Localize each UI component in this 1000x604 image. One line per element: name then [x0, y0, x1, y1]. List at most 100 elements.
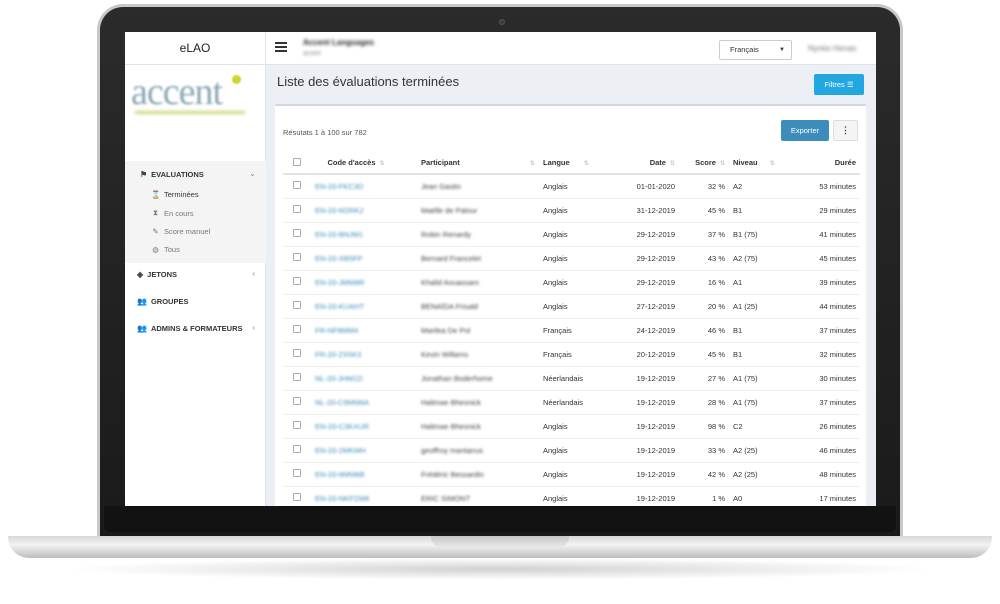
- access-code-link[interactable]: EN-20-NKPZM8: [311, 485, 401, 506]
- row-checkbox[interactable]: [283, 365, 311, 390]
- row-checkbox[interactable]: [283, 389, 311, 414]
- language-cell: Français: [539, 317, 617, 342]
- brand-title[interactable]: eLAO: [125, 32, 266, 65]
- access-code-link[interactable]: EN-20-KUAHT: [311, 293, 401, 318]
- date-cell: 19-12-2019: [617, 365, 679, 390]
- more-options-button[interactable]: ⋮: [833, 120, 858, 141]
- user-menu[interactable]: Nynke Henao: [808, 44, 856, 53]
- top-bar: eLAO Accent Languages accent Français ▼ …: [125, 32, 876, 65]
- duration-cell: 48 minutes: [785, 461, 860, 486]
- table-row[interactable]: EN-20-BNJM1 Robin Renardy Anglais 29-12-201…: [283, 221, 860, 246]
- access-code-link[interactable]: NL-20-C9MM6A: [311, 389, 401, 414]
- column-header-duree[interactable]: Durée: [785, 152, 860, 175]
- column-header-niveau[interactable]: Niveau ⇅: [729, 152, 785, 175]
- sidebar-subitem-score-manuel[interactable]: ✎ Score manuel: [151, 227, 210, 236]
- table-row[interactable]: EN-20-FKC3D Jean Gastin Anglais 01-01-2020 3…: [283, 173, 860, 198]
- language-cell: Anglais: [539, 221, 617, 246]
- access-code-link[interactable]: EN-20-JMM8R: [311, 269, 401, 294]
- row-checkbox[interactable]: [283, 269, 311, 294]
- table-row[interactable]: EN-20-2MKMH geoffroy mantanus Anglais 19-12…: [283, 437, 860, 462]
- table-row[interactable]: EN-20-M2RK2 Maëlle de Palour Anglais 31-12-…: [283, 197, 860, 222]
- access-code-link[interactable]: EN-20-9MM8B: [311, 461, 401, 486]
- sidebar-item-groupes[interactable]: 👥 GROUPES: [137, 297, 188, 306]
- access-code-link[interactable]: EN-20-M2RK2: [311, 197, 401, 222]
- column-header-date[interactable]: Date ⇅: [617, 152, 679, 175]
- score-cell: 45 %: [679, 197, 729, 222]
- table-row[interactable]: EN-20-NKPZM8 ERIC SIMONT Anglais 19-12-2019…: [283, 485, 860, 506]
- page-title: Liste des évaluations terminées: [277, 74, 460, 89]
- language-select-value: Français: [730, 45, 759, 54]
- table-row[interactable]: EN-20-JMM8R Khalid Aouassam Anglais 29-12-2…: [283, 269, 860, 294]
- access-code-link[interactable]: FR-NF8MM4: [311, 317, 401, 342]
- level-cell: A2 (75): [729, 245, 785, 270]
- sidebar-subitem-terminees[interactable]: ⌛ Terminées: [151, 190, 199, 199]
- access-code-link[interactable]: EN-20-2MKMH: [311, 437, 401, 462]
- select-all-checkbox[interactable]: [283, 152, 311, 175]
- chevron-left-icon: ‹: [252, 269, 255, 278]
- column-header-code[interactable]: Code d'accès ⇅: [311, 152, 401, 175]
- table-row[interactable]: EN-20-9MM8B Frédéric Bessardin Anglais 19-1…: [283, 461, 860, 486]
- score-cell: 32 %: [679, 173, 729, 198]
- level-cell: A0: [729, 485, 785, 506]
- language-cell: Néerlandais: [539, 365, 617, 390]
- list-icon: ☰: [846, 80, 854, 89]
- row-checkbox[interactable]: [283, 173, 311, 198]
- table-row[interactable]: EN-20-XB5FP Bernard Francelet Anglais 29-12…: [283, 245, 860, 270]
- sidebar-item-jetons[interactable]: ◈ JETONS: [137, 270, 177, 279]
- row-checkbox[interactable]: [283, 221, 311, 246]
- language-cell: Anglais: [539, 413, 617, 438]
- table-row[interactable]: NL-20-C9MM6A Halimae Bhesnick Néerlandais 1…: [283, 389, 860, 414]
- row-checkbox[interactable]: [283, 293, 311, 318]
- language-cell: Anglais: [539, 269, 617, 294]
- sidebar-item-admins[interactable]: 👥 ADMINS & FORMATEURS: [137, 324, 243, 333]
- row-checkbox[interactable]: [283, 485, 311, 506]
- row-checkbox[interactable]: [283, 341, 311, 366]
- table-row[interactable]: FR-20-ZX5K3 Kevin Willams Français 20-12-20…: [283, 341, 860, 366]
- sidebar-subitem-en-cours[interactable]: ⧗ En cours: [151, 208, 194, 218]
- table-row[interactable]: EN-20-C3KXUR Halimae Bhesnick Anglais 19-12…: [283, 413, 860, 438]
- access-code-link[interactable]: EN-20-FKC3D: [311, 173, 401, 198]
- access-code-link[interactable]: NL-20-JHM1D: [311, 365, 401, 390]
- row-checkbox[interactable]: [283, 413, 311, 438]
- users-icon: 👥: [137, 324, 147, 333]
- column-header-langue[interactable]: Langue ⇅: [539, 152, 617, 175]
- column-header-score[interactable]: Score ⇅: [679, 152, 729, 175]
- table-row[interactable]: EN-20-KUAHT BENAÏDA Frisald Anglais 27-12-2…: [283, 293, 860, 318]
- level-cell: A2: [729, 173, 785, 198]
- row-checkbox[interactable]: [283, 461, 311, 486]
- row-checkbox[interactable]: [283, 245, 311, 270]
- language-select[interactable]: Français ▼: [719, 40, 792, 60]
- export-button[interactable]: Exporter: [781, 120, 829, 141]
- level-cell: B1: [729, 197, 785, 222]
- sort-icon: ⇅: [379, 161, 385, 167]
- participant-name: Kevin Willams: [401, 341, 539, 366]
- filters-button[interactable]: Filtres ☰: [814, 74, 864, 95]
- level-cell: A1 (75): [729, 389, 785, 414]
- access-code-link[interactable]: EN-20-BNJM1: [311, 221, 401, 246]
- row-checkbox[interactable]: [283, 437, 311, 462]
- app-screen: eLAO Accent Languages accent Français ▼ …: [125, 32, 876, 506]
- table-row[interactable]: NL-20-JHM1D Jonathan Boderhome Néerlandais…: [283, 365, 860, 390]
- access-code-link[interactable]: EN-20-XB5FP: [311, 245, 401, 270]
- row-checkbox[interactable]: [283, 317, 311, 342]
- row-checkbox[interactable]: [283, 197, 311, 222]
- score-cell: 33 %: [679, 437, 729, 462]
- participant-name: ERIC SIMONT: [401, 485, 539, 506]
- duration-cell: 32 minutes: [785, 341, 860, 366]
- column-header-participant[interactable]: Participant ⇅: [401, 152, 539, 175]
- duration-cell: 41 minutes: [785, 221, 860, 246]
- language-cell: Anglais: [539, 461, 617, 486]
- score-cell: 27 %: [679, 365, 729, 390]
- participant-name: BENAÏDA Frisald: [401, 293, 539, 318]
- language-cell: Anglais: [539, 173, 617, 198]
- level-cell: C2: [729, 413, 785, 438]
- table-row[interactable]: FR-NF8MM4 Marilea De Pol Français 24-12-201…: [283, 317, 860, 342]
- participant-name: Robin Renardy: [401, 221, 539, 246]
- duration-cell: 26 minutes: [785, 413, 860, 438]
- access-code-link[interactable]: EN-20-C3KXUR: [311, 413, 401, 438]
- access-code-link[interactable]: FR-20-ZX5K3: [311, 341, 401, 366]
- duration-cell: 17 minutes: [785, 485, 860, 506]
- menu-toggle-icon[interactable]: [275, 42, 287, 54]
- laptop-bezel: [104, 506, 896, 532]
- sidebar-subitem-tous[interactable]: ◍ Tous: [151, 245, 180, 254]
